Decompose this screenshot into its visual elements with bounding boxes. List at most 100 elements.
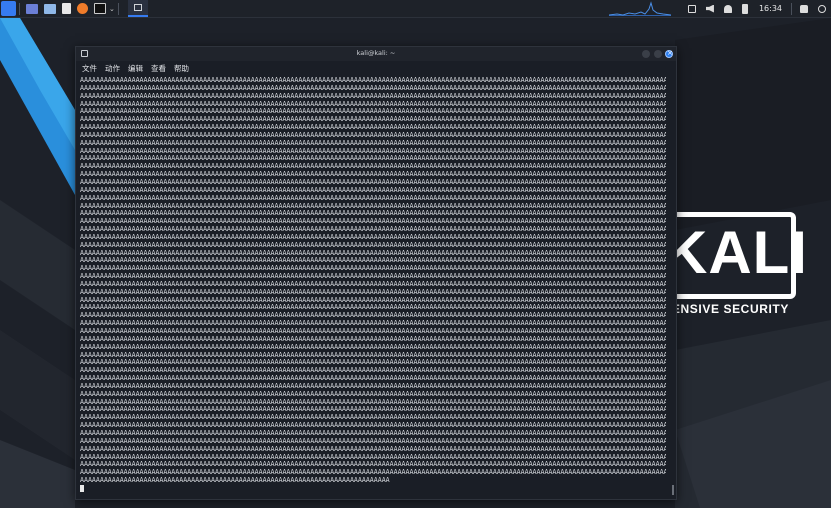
- taskbar-terminal-window[interactable]: [127, 0, 148, 17]
- terminal-line: AAAAAAAAAAAAAAAAAAAAAAAAAAAAAAAAAAAAAAAA…: [80, 233, 666, 241]
- battery-icon[interactable]: [741, 3, 748, 14]
- maximize-button[interactable]: [654, 50, 662, 58]
- text-cursor: [80, 484, 84, 492]
- text-editor-button[interactable]: [59, 0, 74, 17]
- panel-separator: [791, 2, 792, 15]
- firefox-button[interactable]: [74, 0, 91, 17]
- logout-icon[interactable]: [818, 4, 826, 13]
- terminal-line: AAAAAAAAAAAAAAAAAAAAAAAAAAAAAAAAAAAAAAAA…: [80, 163, 666, 171]
- terminal-line: AAAAAAAAAAAAAAAAAAAAAAAAAAAAAAAAAAAAAAAA…: [80, 147, 666, 155]
- terminal-line: AAAAAAAAAAAAAAAAAAAAAAAAAAAAAAAAAAAAAAAA…: [80, 351, 666, 359]
- terminal-line: AAAAAAAAAAAAAAAAAAAAAAAAAAAAAAAAAAAAAAAA…: [80, 257, 666, 265]
- menu-bar: 文件 动作 编辑 查看 帮助: [76, 61, 676, 75]
- terminal-line: AAAAAAAAAAAAAAAAAAAAAAAAAAAAAAAAAAAAAAAA…: [80, 453, 666, 461]
- terminal-line: AAAAAAAAAAAAAAAAAAAAAAAAAAAAAAAAAAAAAAAA…: [80, 218, 666, 226]
- top-panel: ⌄ 16:34: [0, 0, 831, 18]
- terminal-icon: [133, 4, 142, 11]
- terminal-line: AAAAAAAAAAAAAAAAAAAAAAAAAAAAAAAAAAAAAAAA…: [80, 131, 666, 139]
- firefox-icon: [77, 3, 88, 14]
- terminal-line: AAAAAAAAAAAAAAAAAAAAAAAAAAAAAAAAAAAAAAAA…: [80, 414, 666, 422]
- terminal-line: AAAAAAAAAAAAAAAAAAAAAAAAAAAAAAAAAAAAAAAA…: [80, 194, 666, 202]
- system-tray: 16:34: [608, 0, 831, 17]
- terminal-line: AAAAAAAAAAAAAAAAAAAAAAAAAAAAAAAAAAAAAAAA…: [80, 265, 666, 273]
- terminal-line: AAAAAAAAAAAAAAAAAAAAAAAAAAAAAAAAAAAAAAAA…: [80, 92, 666, 100]
- desktop-icon: [26, 3, 38, 14]
- terminal-line: AAAAAAAAAAAAAAAAAAAAAAAAAAAAAAAAAAAAAAAA…: [80, 155, 666, 163]
- terminal-line: AAAAAAAAAAAAAAAAAAAAAAAAAAAAAAAAAAAAAAAA…: [80, 328, 666, 335]
- lock-icon[interactable]: [800, 4, 808, 13]
- terminal-line: AAAAAAAAAAAAAAAAAAAAAAAAAAAAAAAAAAAAAAAA…: [80, 429, 666, 437]
- text-editor-icon: [62, 3, 71, 14]
- terminal-line: AAAAAAAAAAAAAAAAAAAAAAAAAAAAAAAAAAAAAAAA…: [80, 390, 666, 398]
- terminal-line: AAAAAAAAAAAAAAAAAAAAAAAAAAAAAAAAAAAAAAAA…: [80, 406, 666, 414]
- display-icon[interactable]: [687, 4, 696, 13]
- terminal-line: AAAAAAAAAAAAAAAAAAAAAAAAAAAAAAAAAAAAAAAA…: [80, 226, 666, 234]
- terminal-line: AAAAAAAAAAAAAAAAAAAAAAAAAAAAAAAAAAAAAAAA…: [80, 382, 666, 390]
- launcher-dropdown-button[interactable]: ⌄: [109, 0, 115, 17]
- terminal-line: AAAAAAAAAAAAAAAAAAAAAAAAAAAAAAAAAAAAAAAA…: [80, 100, 666, 108]
- terminal-launcher-button[interactable]: [91, 0, 109, 17]
- menu-help[interactable]: 帮助: [174, 63, 189, 74]
- terminal-line: AAAAAAAAAAAAAAAAAAAAAAAAAAAAAAAAAAAAAAAA…: [80, 124, 666, 132]
- show-desktop-button[interactable]: [23, 0, 41, 17]
- terminal-line: AAAAAAAAAAAAAAAAAAAAAAAAAAAAAAAAAAAAAAAA…: [80, 202, 666, 210]
- kali-dragon-icon: [1, 1, 16, 16]
- terminal-line: AAAAAAAAAAAAAAAAAAAAAAAAAAAAAAAAAAAAAAAA…: [80, 249, 666, 257]
- terminal-line: AAAAAAAAAAAAAAAAAAAAAAAAAAAAAAAAAAAAAAAA…: [80, 359, 666, 367]
- application-menu-button[interactable]: [0, 0, 16, 17]
- terminal-line: AAAAAAAAAAAAAAAAAAAAAAAAAAAAAAAAAAAAAAAA…: [80, 461, 666, 469]
- terminal-line: AAAAAAAAAAAAAAAAAAAAAAAAAAAAAAAAAAAAAAAA…: [80, 280, 666, 288]
- terminal-line: AAAAAAAAAAAAAAAAAAAAAAAAAAAAAAAAAAAAAAAA…: [80, 186, 666, 194]
- minimize-button[interactable]: [642, 50, 650, 58]
- terminal-line: AAAAAAAAAAAAAAAAAAAAAAAAAAAAAAAAAAAAAAAA…: [80, 171, 666, 179]
- kali-logo-text: KALI: [664, 219, 808, 286]
- menu-edit[interactable]: 编辑: [128, 63, 143, 74]
- menu-view[interactable]: 查看: [151, 63, 166, 74]
- terminal-icon: [94, 3, 106, 14]
- terminal-line: AAAAAAAAAAAAAAAAAAAAAAAAAAAAAAAAAAAAAAAA…: [80, 178, 666, 186]
- terminal-line: AAAAAAAAAAAAAAAAAAAAAAAAAAAAAAAAAAAAAAAA…: [80, 84, 666, 92]
- terminal-line: AAAAAAAAAAAAAAAAAAAAAAAAAAAAAAAAAAAAAAAA…: [80, 398, 666, 406]
- chevron-down-icon: ⌄: [109, 4, 115, 13]
- terminal-line: AAAAAAAAAAAAAAAAAAAAAAAAAAAAAAAAAAAAAAAA…: [80, 343, 666, 351]
- terminal-line: AAAAAAAAAAAAAAAAAAAAAAAAAAAAAAAAAAAAAAAA…: [80, 375, 666, 383]
- cpu-graph: [608, 1, 671, 16]
- panel-separator: [19, 2, 20, 15]
- close-button[interactable]: ×: [665, 49, 673, 58]
- window-title: kali@kali: ~: [356, 49, 396, 57]
- terminal-line: AAAAAAAAAAAAAAAAAAAAAAAAAAAAAAAAAAAAAAAA…: [80, 469, 666, 477]
- folder-icon: [44, 3, 56, 14]
- terminal-line: AAAAAAAAAAAAAAAAAAAAAAAAAAAAAAAAAAAAAAAA…: [80, 335, 666, 343]
- terminal-window[interactable]: kali@kali: ~ × 文件 动作 编辑 查看 帮助 AAAAAAAAAA…: [75, 46, 677, 500]
- terminal-line: AAAAAAAAAAAAAAAAAAAAAAAAAAAAAAAAAAAAAAAA…: [80, 367, 666, 375]
- terminal-line: AAAAAAAAAAAAAAAAAAAAAAAAAAAAAAAAAAAAAAAA…: [80, 139, 666, 147]
- terminal-line: AAAAAAAAAAAAAAAAAAAAAAAAAAAAAAAAAAAAAAAA…: [80, 288, 666, 296]
- terminal-line: AAAAAAAAAAAAAAAAAAAAAAAAAAAAAAAAAAAAAAAA…: [80, 108, 666, 116]
- terminal-line: AAAAAAAAAAAAAAAAAAAAAAAAAAAAAAAAAAAAAAAA…: [80, 241, 666, 249]
- prompt-line: [80, 484, 666, 493]
- terminal-line: AAAAAAAAAAAAAAAAAAAAAAAAAAAAAAAAAAAAAAAA…: [80, 210, 666, 218]
- terminal-line: AAAAAAAAAAAAAAAAAAAAAAAAAAAAAAAAAAAAAAAA…: [80, 422, 666, 430]
- clock[interactable]: 16:34: [759, 4, 782, 13]
- panel-separator: [117, 2, 119, 15]
- terminal-line: AAAAAAAAAAAAAAAAAAAAAAAAAAAAAAAAAAAAAAAA…: [80, 477, 390, 485]
- terminal-line: AAAAAAAAAAAAAAAAAAAAAAAAAAAAAAAAAAAAAAAA…: [80, 437, 666, 445]
- kali-tagline: FENSIVE SECURITY: [664, 302, 789, 316]
- terminal-line: AAAAAAAAAAAAAAAAAAAAAAAAAAAAAAAAAAAAAAAA…: [80, 296, 666, 304]
- file-manager-button[interactable]: [41, 0, 59, 17]
- menu-file[interactable]: 文件: [82, 63, 97, 74]
- close-icon: ×: [667, 49, 673, 57]
- terminal-line: AAAAAAAAAAAAAAAAAAAAAAAAAAAAAAAAAAAAAAAA…: [80, 116, 666, 124]
- menu-action[interactable]: 动作: [105, 63, 120, 74]
- terminal-line: AAAAAAAAAAAAAAAAAAAAAAAAAAAAAAAAAAAAAAAA…: [80, 312, 666, 320]
- terminal-line: AAAAAAAAAAAAAAAAAAAAAAAAAAAAAAAAAAAAAAAA…: [80, 320, 666, 328]
- terminal-line: AAAAAAAAAAAAAAAAAAAAAAAAAAAAAAAAAAAAAAAA…: [80, 77, 666, 84]
- window-titlebar[interactable]: kali@kali: ~ ×: [76, 47, 676, 61]
- terminal-output[interactable]: AAAAAAAAAAAAAAAAAAAAAAAAAAAAAAAAAAAAAAAA…: [80, 77, 666, 495]
- scrollbar-thumb[interactable]: [672, 485, 674, 495]
- terminal-line: AAAAAAAAAAAAAAAAAAAAAAAAAAAAAAAAAAAAAAAA…: [80, 445, 666, 453]
- terminal-line: AAAAAAAAAAAAAAAAAAAAAAAAAAAAAAAAAAAAAAAA…: [80, 304, 666, 312]
- terminal-line: AAAAAAAAAAAAAAAAAAAAAAAAAAAAAAAAAAAAAAAA…: [80, 273, 666, 281]
- volume-icon[interactable]: [705, 4, 714, 13]
- notification-bell-icon[interactable]: [723, 4, 732, 13]
